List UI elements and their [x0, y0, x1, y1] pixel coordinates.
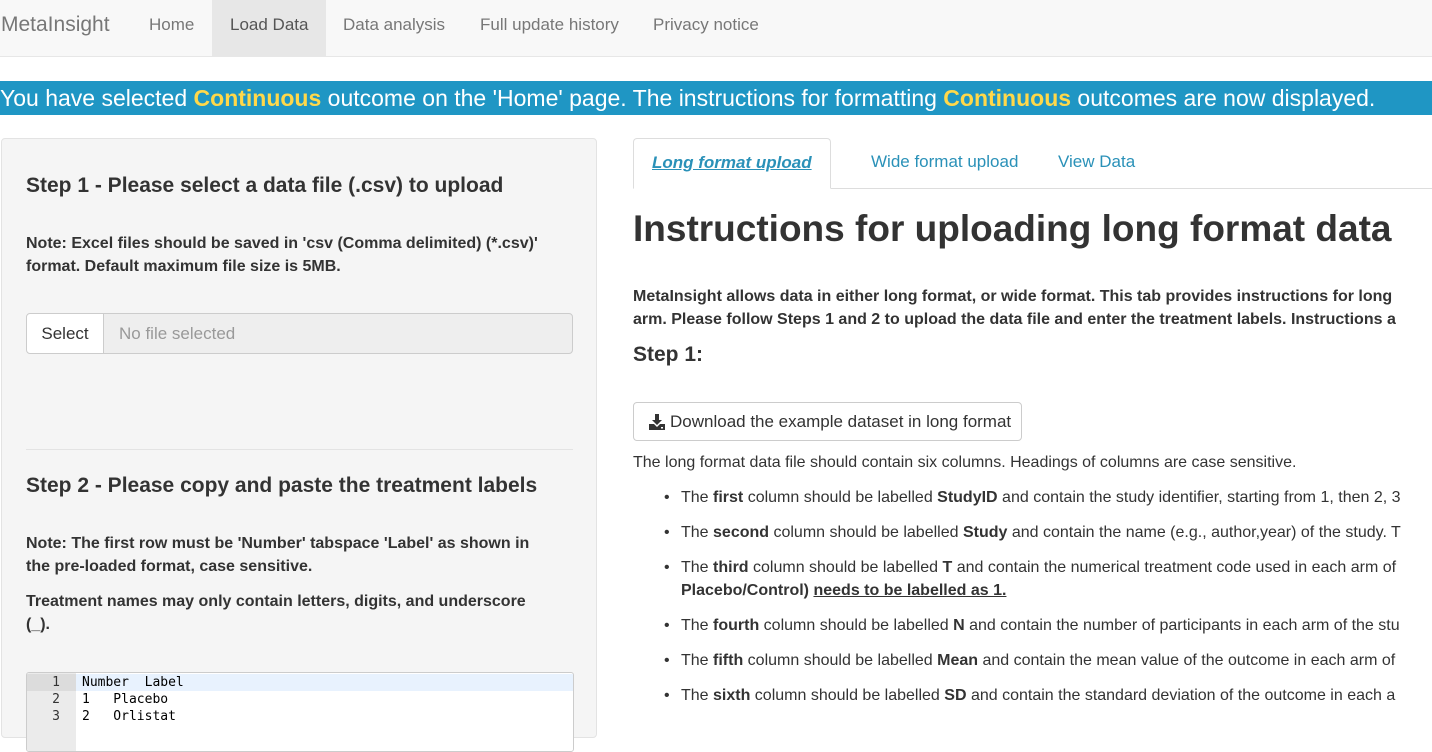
line-number: 1	[27, 674, 76, 691]
column-name: Study	[962, 524, 1008, 541]
treatment-labels-editor[interactable]: 1 Number Label 2 1 Placebo 3 2 Orlistat	[26, 672, 574, 752]
step2-note: Note: The first row must be 'Number' tab…	[26, 532, 571, 578]
download-example-button[interactable]: Download the example dataset in long for…	[633, 402, 1022, 441]
step2-note-line: the pre-loaded format, case sensitive.	[26, 558, 313, 575]
outcome-banner: You have selected Continuous outcome on …	[0, 81, 1432, 115]
ordinal: sixth	[713, 687, 751, 704]
step1-note: Note: Excel files should be saved in 'cs…	[26, 232, 571, 278]
text: The	[681, 687, 714, 704]
editor-line[interactable]: 1 Number Label	[27, 674, 573, 691]
nav-full-update-history[interactable]: Full update history	[462, 0, 637, 56]
column-name: SD	[944, 687, 967, 704]
text: The	[681, 524, 714, 541]
step1-title: Step 1 - Please select a data file (.csv…	[26, 174, 504, 197]
line-number: 2	[52, 692, 60, 707]
banner-highlight: Continuous	[943, 85, 1072, 111]
editor-line[interactable]: 3 2 Orlistat	[27, 708, 573, 725]
nav-data-analysis[interactable]: Data analysis	[325, 0, 463, 56]
step2-note-underscore: Treatment names may only contain letters…	[26, 590, 571, 636]
nav-home[interactable]: Home	[131, 0, 212, 56]
column-name: N	[953, 617, 965, 634]
step2-title: Step 2 - Please copy and paste the treat…	[26, 474, 538, 497]
banner-text: outcome on the 'Home' page. The instruct…	[321, 85, 944, 111]
ordinal: fourth	[713, 617, 760, 634]
nav-privacy-notice[interactable]: Privacy notice	[635, 0, 777, 56]
text: and contain the standard deviation of th…	[966, 687, 1396, 704]
intro-text: MetaInsight allows data in either long f…	[633, 285, 1432, 331]
file-upload[interactable]: Select No file selected	[26, 313, 573, 354]
select-file-button[interactable]: Select	[26, 313, 104, 354]
editor-line[interactable]: 2 1 Placebo	[27, 691, 573, 708]
text: column should be labelled	[748, 559, 943, 576]
text: The	[681, 617, 714, 634]
text: The	[681, 559, 714, 576]
text: The	[681, 489, 714, 506]
download-icon	[649, 414, 665, 430]
text: The	[681, 652, 714, 669]
line-text[interactable]: Number Label	[82, 674, 184, 691]
text: and contain the numerical treatment code…	[952, 559, 1397, 576]
text: and contain the name (e.g., author,year)…	[1007, 524, 1401, 541]
tab-view-data[interactable]: View Data	[1040, 138, 1153, 189]
columns-description: The long format data file should contain…	[633, 454, 1297, 471]
nav-load-data[interactable]: Load Data	[212, 0, 327, 56]
navbar: MetaInsight Home Load Data Data analysis…	[0, 0, 1432, 57]
intro-line: arm. Please follow Steps 1 and 2 to uplo…	[633, 311, 1396, 328]
column-name: T	[942, 559, 953, 576]
line-text[interactable]: 1 Placebo	[82, 691, 168, 708]
line-number: 3	[52, 709, 60, 724]
step2-note-line: Treatment names may only contain letters…	[26, 593, 526, 610]
ordinal: second	[713, 524, 770, 541]
divider	[26, 449, 573, 450]
format-tabs: Long format upload Wide format upload Vi…	[633, 138, 1432, 189]
page-title: Instructions for uploading long format d…	[633, 208, 1392, 249]
text: column should be labelled	[743, 652, 938, 669]
ordinal: fifth	[713, 652, 744, 669]
line-text[interactable]: 2 Orlistat	[82, 708, 176, 725]
download-label: Download the example dataset in long for…	[670, 412, 1012, 431]
text: and contain the study identifier, starti…	[997, 489, 1401, 506]
text: Placebo/Control)	[681, 582, 810, 599]
column-name: StudyID	[937, 489, 998, 506]
tab-long-format-upload[interactable]: Long format upload	[633, 138, 831, 189]
text: column should be labelled	[750, 687, 945, 704]
step1-heading: Step 1:	[633, 343, 704, 366]
brand[interactable]: MetaInsight	[1, 13, 110, 37]
banner-highlight: Continuous	[193, 85, 322, 111]
step1-note-line: Note: Excel files should be saved in 'cs…	[26, 235, 538, 252]
intro-line: MetaInsight allows data in either long f…	[633, 288, 1393, 305]
ordinal: third	[713, 559, 749, 576]
tab-wide-format-upload[interactable]: Wide format upload	[853, 138, 1036, 189]
text: column should be labelled	[769, 524, 963, 541]
step1-note-line: format. Default maximum file size is 5MB…	[26, 258, 341, 275]
emphasis: needs to be labelled as 1.	[813, 582, 1007, 599]
ordinal: first	[713, 489, 744, 506]
text: column should be labelled	[743, 489, 938, 506]
banner-text: You have selected	[0, 85, 194, 111]
text: and contain the mean value of the outcom…	[978, 652, 1396, 669]
banner-text: outcomes are now displayed.	[1071, 85, 1376, 111]
upload-sidebar: Step 1 - Please select a data file (.csv…	[1, 138, 597, 752]
step2-note-line: (_).	[26, 616, 50, 633]
text: and contain the number of participants i…	[964, 617, 1400, 634]
file-name-field[interactable]: No file selected	[103, 313, 573, 354]
text: column should be labelled	[759, 617, 954, 634]
column-name: Mean	[937, 652, 979, 669]
step2-note-line: Note: The first row must be 'Number' tab…	[26, 535, 530, 552]
